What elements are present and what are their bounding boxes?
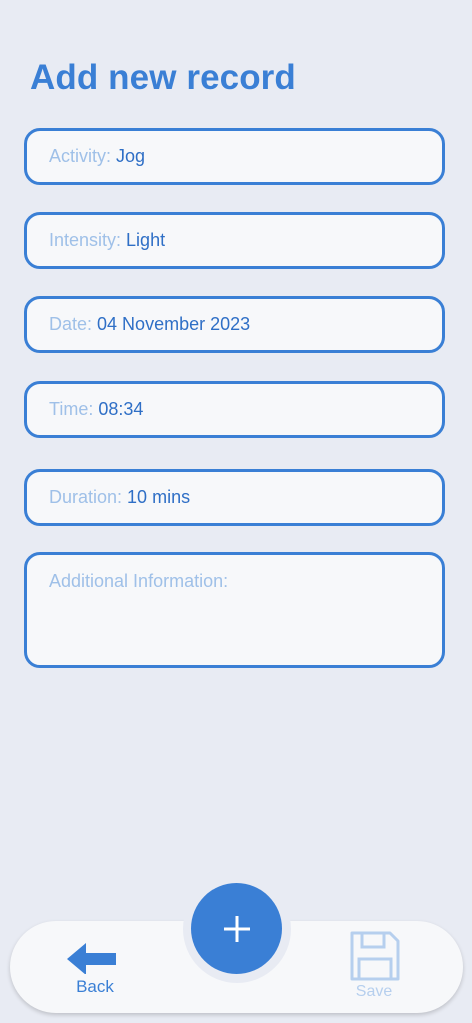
- additional-info-placeholder: Additional Information:: [49, 571, 229, 591]
- activity-label: Activity:: [49, 146, 112, 166]
- page-title: Add new record: [30, 58, 296, 97]
- floppy-disk-icon: [350, 931, 400, 981]
- activity-value: Jog: [116, 146, 146, 166]
- date-label: Date:: [49, 314, 93, 334]
- intensity-field[interactable]: Intensity: Light: [24, 212, 445, 269]
- duration-value: 10 mins: [127, 487, 191, 507]
- intensity-label: Intensity:: [49, 230, 122, 250]
- time-field[interactable]: Time: 08:34: [24, 381, 445, 438]
- additional-info-textarea[interactable]: Additional Information:: [24, 552, 445, 668]
- save-label: Save: [355, 983, 393, 1000]
- plus-icon: [223, 915, 250, 942]
- date-value: 04 November 2023: [97, 314, 251, 334]
- duration-label: Duration:: [49, 487, 123, 507]
- intensity-value: Light: [126, 230, 166, 250]
- duration-field[interactable]: Duration: 10 mins: [24, 469, 445, 526]
- time-label: Time:: [49, 399, 94, 419]
- back-label: Back: [76, 977, 114, 996]
- activity-field[interactable]: Activity: Jog: [24, 128, 445, 185]
- back-button[interactable]: Back: [60, 940, 130, 1000]
- add-button[interactable]: [191, 883, 282, 974]
- date-field[interactable]: Date: 04 November 2023: [24, 296, 445, 353]
- back-arrow-icon: [67, 943, 116, 974]
- time-value: 08:34: [98, 399, 144, 419]
- save-button[interactable]: Save: [340, 930, 408, 1004]
- add-record-screen: Add new record Activity: Jog Intensity: …: [0, 0, 472, 1023]
